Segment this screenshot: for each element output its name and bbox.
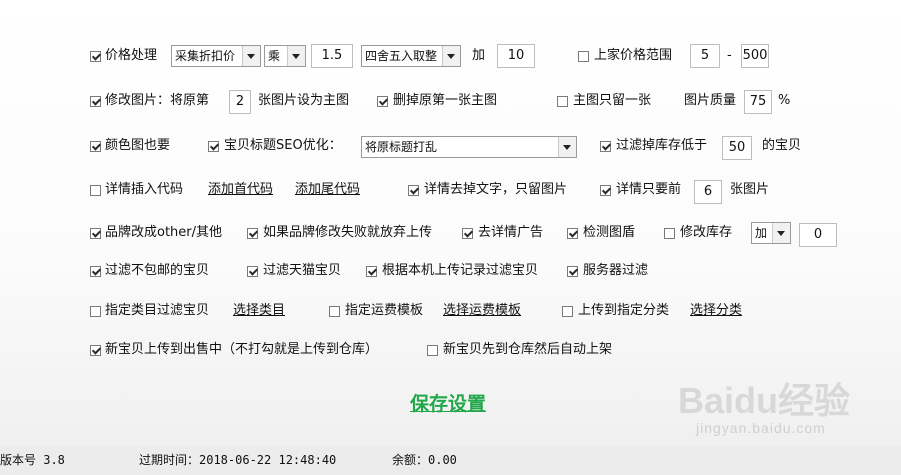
- brand-fail-skip-label: 如果品牌修改失败就放弃上传: [263, 225, 433, 240]
- seo-mode-select[interactable]: 将原标题打乱: [361, 136, 577, 158]
- price-range-checkbox[interactable]: [578, 51, 589, 62]
- keep-one-main-label: 主图只留一张: [573, 93, 652, 108]
- add-value-input[interactable]: 10: [497, 44, 535, 68]
- chevron-down-icon: [442, 46, 460, 66]
- price-process-checkbox[interactable]: [90, 51, 101, 62]
- color-image-label: 颜色图也要: [105, 138, 171, 153]
- insert-code-label: 详情插入代码: [105, 182, 184, 197]
- price-operator-select[interactable]: 乘: [264, 45, 306, 67]
- local-record-filter-label: 根据本机上传记录过滤宝贝: [382, 263, 539, 278]
- stock-filter-checkbox[interactable]: [600, 141, 611, 152]
- remove-text-checkbox[interactable]: [408, 185, 419, 196]
- keep-one-main-checkbox[interactable]: [557, 96, 568, 107]
- chevron-down-icon: [772, 223, 790, 243]
- chevron-down-icon: [287, 46, 305, 66]
- upload-category-label: 上传到指定分类: [578, 303, 670, 318]
- upload-to-sale-checkbox[interactable]: [90, 345, 101, 356]
- choose-class-link[interactable]: 选择分类: [690, 303, 742, 319]
- delete-first-image-checkbox[interactable]: [377, 96, 388, 107]
- first-images-suffix: 张图片: [730, 182, 770, 197]
- seo-title-checkbox[interactable]: [208, 141, 219, 152]
- brand-fail-skip-checkbox[interactable]: [247, 228, 258, 239]
- watermark-url: jingyan.baidu.com: [696, 420, 826, 436]
- server-filter-checkbox[interactable]: [567, 266, 578, 277]
- modify-image-label: 修改图片：将原第: [105, 93, 210, 108]
- chevron-down-icon: [242, 46, 260, 66]
- stock-filter-suffix: 的宝贝: [762, 138, 802, 153]
- image-quality-label: 图片质量: [684, 93, 737, 108]
- first-images-label: 详情只要前: [616, 182, 682, 197]
- brand-other-label: 品牌改成other/其他: [105, 225, 223, 240]
- price-process-label: 价格处理: [105, 48, 158, 63]
- rounding-value: 四舍五入取整: [365, 49, 438, 63]
- price-range-max-input[interactable]: 500: [741, 44, 769, 68]
- remove-ad-label: 去详情广告: [478, 225, 544, 240]
- add-label: 加: [472, 48, 486, 63]
- detect-shield-label: 检测图盾: [583, 225, 636, 240]
- add-tail-code-link[interactable]: 添加尾代码: [295, 182, 360, 198]
- version-text: 版本号 3.8: [0, 453, 65, 467]
- choose-shipping-link[interactable]: 选择运费模板: [443, 303, 521, 319]
- category-filter-label: 指定类目过滤宝贝: [105, 303, 210, 318]
- add-head-code-link[interactable]: 添加首代码: [208, 182, 273, 198]
- stock-delta-input[interactable]: 0: [799, 223, 837, 247]
- balance-text: 余额：0.00: [392, 453, 457, 467]
- first-images-count-input[interactable]: 6: [694, 180, 722, 204]
- upload-category-checkbox[interactable]: [562, 306, 573, 317]
- status-bar: 版本号 3.8 过期时间：2018-06-22 12:48:40 余额：0.00: [0, 446, 901, 475]
- main-image-index-input[interactable]: 2: [229, 90, 251, 114]
- color-image-checkbox[interactable]: [90, 141, 101, 152]
- free-shipping-filter-label: 过滤不包邮的宝贝: [105, 263, 210, 278]
- local-record-filter-checkbox[interactable]: [366, 266, 377, 277]
- price-mode-value: 采集折扣价: [175, 49, 236, 63]
- modify-stock-checkbox[interactable]: [664, 228, 675, 239]
- save-settings-button[interactable]: 保存设置: [410, 392, 486, 416]
- shipping-template-label: 指定运费模板: [345, 303, 424, 318]
- modify-image-checkbox[interactable]: [90, 96, 101, 107]
- price-multiplier-input[interactable]: 1.5: [311, 44, 353, 68]
- choose-category-link[interactable]: 选择类目: [233, 303, 285, 319]
- tmall-filter-label: 过滤天猫宝贝: [263, 263, 342, 278]
- stock-op-select[interactable]: 加: [751, 222, 791, 244]
- upload-to-sale-label: 新宝贝上传到出售中（不打勾就是上传到仓库）: [105, 342, 379, 357]
- price-range-separator: -: [727, 48, 732, 63]
- insert-code-checkbox[interactable]: [90, 185, 101, 196]
- first-images-checkbox[interactable]: [600, 185, 611, 196]
- stock-op-value: 加: [755, 226, 768, 240]
- price-operator-value: 乘: [268, 49, 281, 63]
- remove-text-label: 详情去掉文字，只留图片: [424, 182, 568, 197]
- price-mode-select[interactable]: 采集折扣价: [171, 45, 261, 67]
- seo-title-label: 宝贝标题SEO优化：: [224, 138, 342, 153]
- main-image-suffix: 张图片设为主图: [258, 93, 350, 108]
- stock-filter-label: 过滤掉库存低于: [616, 138, 708, 153]
- watermark-brand: Baidu经验: [678, 380, 851, 421]
- seo-mode-value: 将原标题打乱: [365, 140, 438, 154]
- baidu-watermark: Baidu经验 jingyan.baidu.com: [678, 372, 851, 436]
- image-quality-input[interactable]: 75: [744, 90, 772, 114]
- detect-shield-checkbox[interactable]: [567, 228, 578, 239]
- delete-first-image-label: 删掉原第一张主图: [393, 93, 498, 108]
- category-filter-checkbox[interactable]: [90, 306, 101, 317]
- modify-stock-label: 修改库存: [680, 225, 733, 240]
- price-range-min-input[interactable]: 5: [690, 44, 720, 68]
- stock-threshold-input[interactable]: 50: [722, 136, 752, 160]
- expire-time-text: 过期时间：2018-06-22 12:48:40: [139, 453, 337, 467]
- server-filter-label: 服务器过滤: [583, 263, 649, 278]
- image-quality-unit: %: [778, 93, 791, 108]
- rounding-select[interactable]: 四舍五入取整: [361, 45, 461, 67]
- price-range-label: 上家价格范围: [594, 48, 673, 63]
- free-shipping-filter-checkbox[interactable]: [90, 266, 101, 277]
- tmall-filter-checkbox[interactable]: [247, 266, 258, 277]
- auto-list-checkbox[interactable]: [427, 345, 438, 356]
- brand-other-checkbox[interactable]: [90, 228, 101, 239]
- shipping-template-checkbox[interactable]: [329, 306, 340, 317]
- auto-list-label: 新宝贝先到仓库然后自动上架: [443, 342, 613, 357]
- chevron-down-icon: [558, 137, 576, 157]
- remove-ad-checkbox[interactable]: [462, 228, 473, 239]
